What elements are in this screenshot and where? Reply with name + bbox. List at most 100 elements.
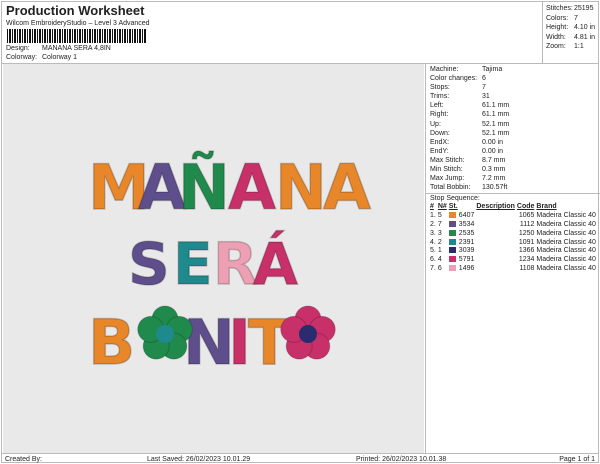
color-swatch	[448, 264, 456, 271]
info-label: EndX:	[430, 138, 450, 146]
info-value: Tajima	[482, 66, 503, 73]
thread-brand: Madeira Classic 40	[536, 256, 596, 264]
table-row: 2. 7 3534 1112 Madeira Classic 40	[430, 221, 598, 230]
page-number: Page 1 of 1	[559, 456, 595, 463]
design-letter: A	[323, 151, 371, 224]
info-value: 0.3 mm	[482, 166, 506, 174]
thread-brand: Madeira Classic 40	[536, 229, 596, 237]
description	[476, 265, 517, 274]
info-label: Left:	[430, 102, 444, 110]
info-value: 0.00 in	[482, 138, 504, 146]
printed-date: Printed: 26/02/2023 10.01.38	[356, 456, 447, 463]
info-value: 31	[482, 93, 490, 101]
info-row: Left: 61.1 mm	[430, 101, 596, 110]
stitch-count-cell: 2391	[448, 238, 477, 248]
stat-value: 4.81 in	[574, 33, 596, 41]
design-value: MANANA SERA 4,8IN	[42, 45, 111, 52]
stitch-count-cell: 3534	[448, 221, 477, 230]
column-header: St.	[448, 203, 458, 211]
thread-code: 1091	[518, 238, 535, 246]
info-value: 61.1 mm	[482, 102, 510, 110]
footer: Created By: Last Saved: 26/02/2023 10.01…	[2, 453, 598, 464]
info-value: 0.00 in	[482, 147, 504, 155]
stitch-count-cell: 6407	[448, 212, 477, 221]
thread-code: 1112	[519, 221, 535, 228]
column-header: Code	[516, 203, 535, 211]
info-row: Color changes: 6	[430, 74, 596, 83]
column-header: Brand	[536, 203, 557, 211]
info-row: Down: 52.1 mm	[430, 129, 596, 138]
design-letter: R	[213, 230, 258, 298]
stat-label: Stitches:	[546, 5, 573, 12]
table-row: 1. 5 6407 1065 Madeira Classic 40	[430, 212, 598, 221]
description	[476, 247, 517, 256]
stitch-count: 5791	[458, 256, 475, 264]
row-index: 6.	[430, 256, 436, 264]
design-letter: T	[248, 306, 290, 379]
stat-label: Colors:	[546, 14, 569, 22]
info-value: 52.1 mm	[482, 129, 510, 137]
info-row: Stops: 7	[430, 83, 596, 92]
stitch-count: 3534	[458, 221, 475, 228]
info-row: EndX: 0.00 in	[430, 138, 596, 147]
worksheet-page: Production Worksheet Wilcom EmbroiderySt…	[1, 1, 600, 464]
stat-row: Width: 4.81 in	[546, 33, 597, 43]
table-row: 4. 2 2391 1091 Madeira Classic 40	[430, 238, 598, 248]
info-row: Right: 61.1 mm	[430, 110, 596, 119]
stat-row: Zoom: 1:1	[546, 42, 597, 52]
color-swatch	[448, 247, 456, 254]
embroidery-design: MAÑA NAS E RÁB NIT	[87, 150, 372, 380]
info-label: Down:	[430, 129, 450, 137]
color-swatch	[448, 229, 456, 236]
table-row: 3. 3 2535 1250 Madeira Classic 40	[430, 229, 598, 239]
table-row: 5. 1 3039 1366 Madeira Classic 40	[430, 247, 598, 256]
design-letter: Á	[253, 229, 298, 298]
color-swatch	[448, 221, 456, 227]
description	[476, 221, 517, 230]
stat-value: 25195	[574, 5, 594, 12]
table-row: 6. 4 5791 1234 Madeira Classic 40	[430, 256, 598, 265]
info-row: Trims: 31	[430, 92, 596, 101]
needle-number: 4	[437, 256, 442, 264]
stitch-count: 1496	[458, 264, 475, 272]
stat-row: Colors: 7	[546, 14, 597, 24]
software-name: Wilcom EmbroideryStudio – Level 3 Advanc…	[6, 20, 150, 27]
table-row: 7. 6 1496 1108 Madeira Classic 40	[430, 264, 598, 274]
row-index: 5.	[430, 247, 436, 255]
thread-brand: Madeira Classic 40	[536, 238, 596, 246]
description	[476, 256, 517, 265]
description	[476, 230, 517, 239]
info-panel: Machine: Tajima Color changes: 6 Stops: 7 Trim…	[425, 64, 600, 453]
column-header: Description	[476, 203, 515, 211]
stat-value: 4.10 in	[574, 24, 596, 31]
stat-label: Zoom:	[546, 43, 566, 50]
thread-brand: Madeira Classic 40	[536, 264, 596, 272]
needle-number: 1	[437, 247, 442, 255]
stitch-count-cell: 1496	[448, 264, 477, 274]
stat-label: Height:	[546, 24, 569, 31]
thread-brand: Madeira Classic 40	[536, 247, 596, 255]
design-letter: N	[275, 151, 327, 224]
last-saved: Last Saved: 26/02/2023 10.01.29	[147, 456, 251, 463]
row-index: 7.	[430, 264, 436, 272]
info-row: Max Stitch: 8.7 mm	[430, 156, 596, 165]
stat-value: 1:1	[574, 43, 584, 50]
barcode	[7, 29, 147, 43]
row-index: 2.	[430, 221, 436, 228]
info-label: Max Stitch:	[430, 156, 465, 164]
info-label: Max Jump:	[430, 175, 465, 183]
stitch-count: 6407	[458, 212, 475, 220]
colorway-label: Colorway:	[6, 54, 38, 61]
page-title: Production Worksheet	[6, 3, 145, 18]
needle-number: 5	[437, 212, 442, 220]
stitch-count-cell: 2535	[448, 229, 477, 239]
needle-number: 2	[437, 238, 442, 246]
stat-row: Stitches:25195	[546, 4, 597, 14]
design-letter: A	[228, 151, 276, 224]
info-label: Total Bobbin:	[430, 184, 471, 192]
stitch-count: 2391	[458, 238, 475, 246]
info-value: 7	[482, 84, 486, 92]
colorway-value: Colorway 1	[42, 54, 78, 61]
info-label: Up:	[430, 120, 441, 128]
info-label: Machine:	[430, 66, 459, 73]
